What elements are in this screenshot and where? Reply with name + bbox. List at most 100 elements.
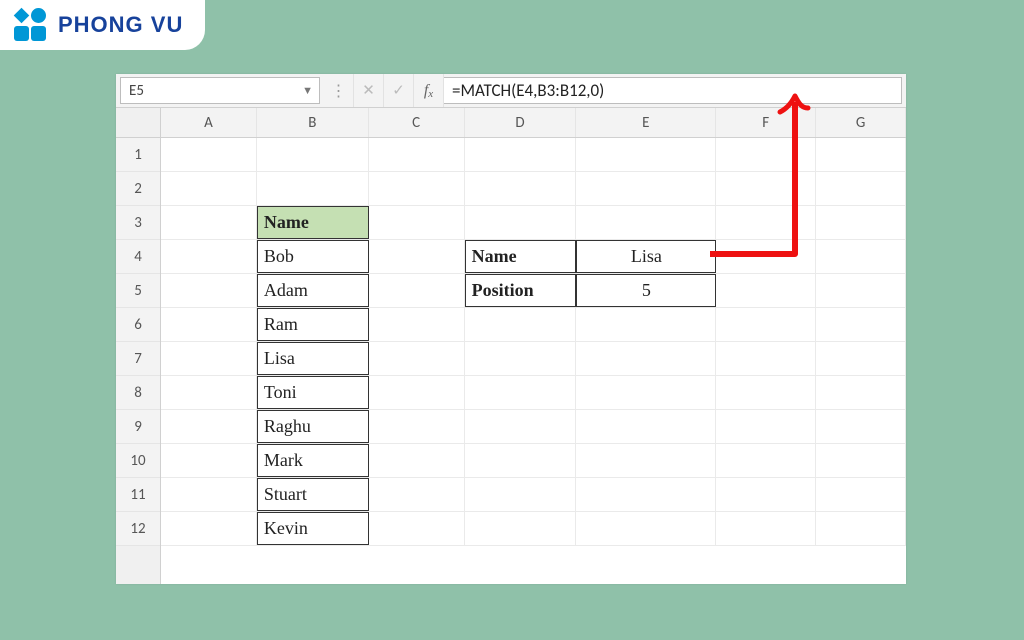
- cell[interactable]: [161, 206, 257, 239]
- cell[interactable]: [161, 274, 257, 307]
- cell[interactable]: [716, 410, 816, 443]
- cell[interactable]: [716, 512, 816, 545]
- lookup-name-value[interactable]: Lisa: [576, 240, 716, 273]
- cell[interactable]: [257, 138, 369, 171]
- cell[interactable]: [716, 274, 816, 307]
- cell[interactable]: [369, 240, 465, 273]
- list-item-cell[interactable]: Lisa: [257, 342, 369, 375]
- cell[interactable]: [369, 342, 465, 375]
- cell[interactable]: [716, 444, 816, 477]
- column-header[interactable]: F: [716, 108, 816, 137]
- cell[interactable]: [576, 308, 716, 341]
- list-header-cell[interactable]: Name: [257, 206, 369, 239]
- cell[interactable]: [576, 376, 716, 409]
- cell[interactable]: [816, 342, 906, 375]
- cell[interactable]: [369, 512, 465, 545]
- cell[interactable]: [465, 138, 577, 171]
- cell[interactable]: [465, 478, 577, 511]
- cell[interactable]: [816, 410, 906, 443]
- cell[interactable]: [369, 478, 465, 511]
- cell[interactable]: [465, 376, 577, 409]
- row-header[interactable]: 4: [116, 240, 160, 274]
- chevron-down-icon[interactable]: ▼: [302, 84, 313, 97]
- vertical-dots-icon[interactable]: ⋮: [324, 74, 354, 107]
- cell[interactable]: [161, 172, 257, 205]
- row-header[interactable]: 10: [116, 444, 160, 478]
- enter-check-icon[interactable]: ✓: [384, 74, 414, 107]
- cell[interactable]: [161, 342, 257, 375]
- cell[interactable]: [716, 206, 816, 239]
- row-header[interactable]: 5: [116, 274, 160, 308]
- cell[interactable]: [716, 376, 816, 409]
- list-item-cell[interactable]: Kevin: [257, 512, 369, 545]
- cell[interactable]: [369, 206, 465, 239]
- select-all-corner[interactable]: [116, 108, 160, 138]
- cell[interactable]: [816, 274, 906, 307]
- cell[interactable]: [161, 240, 257, 273]
- cell[interactable]: [369, 410, 465, 443]
- list-item-cell[interactable]: Mark: [257, 444, 369, 477]
- list-item-cell[interactable]: Ram: [257, 308, 369, 341]
- cell[interactable]: [369, 138, 465, 171]
- cell[interactable]: [161, 376, 257, 409]
- lookup-position-label[interactable]: Position: [465, 274, 577, 307]
- cell[interactable]: [716, 308, 816, 341]
- cell[interactable]: [369, 172, 465, 205]
- cell[interactable]: [369, 376, 465, 409]
- cell[interactable]: [576, 444, 716, 477]
- row-header[interactable]: 8: [116, 376, 160, 410]
- cell[interactable]: [816, 138, 906, 171]
- cell[interactable]: [816, 172, 906, 205]
- cell[interactable]: [576, 342, 716, 375]
- cell[interactable]: [369, 308, 465, 341]
- list-item-cell[interactable]: Adam: [257, 274, 369, 307]
- row-header[interactable]: 6: [116, 308, 160, 342]
- row-header[interactable]: 7: [116, 342, 160, 376]
- cell[interactable]: [161, 308, 257, 341]
- cell[interactable]: [576, 512, 716, 545]
- column-header[interactable]: E: [576, 108, 716, 137]
- cell[interactable]: [576, 172, 716, 205]
- cell[interactable]: [465, 308, 577, 341]
- name-box[interactable]: E5 ▼: [120, 77, 320, 104]
- row-header[interactable]: 11: [116, 478, 160, 512]
- lookup-position-value[interactable]: 5: [576, 274, 716, 307]
- cell[interactable]: [716, 240, 816, 273]
- list-item-cell[interactable]: Bob: [257, 240, 369, 273]
- cell[interactable]: [816, 512, 906, 545]
- cell[interactable]: [816, 444, 906, 477]
- cell[interactable]: [161, 444, 257, 477]
- lookup-name-label[interactable]: Name: [465, 240, 577, 273]
- column-header[interactable]: B: [257, 108, 369, 137]
- row-header[interactable]: 12: [116, 512, 160, 546]
- column-header[interactable]: A: [161, 108, 257, 137]
- cell[interactable]: [816, 308, 906, 341]
- row-header[interactable]: 2: [116, 172, 160, 206]
- row-header[interactable]: 3: [116, 206, 160, 240]
- cell[interactable]: [257, 172, 369, 205]
- cell[interactable]: [465, 342, 577, 375]
- list-item-cell[interactable]: Stuart: [257, 478, 369, 511]
- cell[interactable]: [465, 512, 577, 545]
- column-header[interactable]: C: [369, 108, 465, 137]
- cell[interactable]: [576, 478, 716, 511]
- cell[interactable]: [369, 444, 465, 477]
- cell[interactable]: [161, 512, 257, 545]
- cell[interactable]: [465, 206, 577, 239]
- cell[interactable]: [816, 206, 906, 239]
- fx-icon[interactable]: fx: [414, 74, 444, 107]
- cell[interactable]: [161, 478, 257, 511]
- cell[interactable]: [716, 478, 816, 511]
- cell[interactable]: [716, 342, 816, 375]
- list-item-cell[interactable]: Raghu: [257, 410, 369, 443]
- cell[interactable]: [716, 138, 816, 171]
- cell[interactable]: [716, 172, 816, 205]
- row-header[interactable]: 9: [116, 410, 160, 444]
- cell[interactable]: [816, 240, 906, 273]
- cell[interactable]: [465, 172, 577, 205]
- cell[interactable]: [576, 138, 716, 171]
- column-header[interactable]: D: [465, 108, 577, 137]
- cell[interactable]: [816, 376, 906, 409]
- cell[interactable]: [369, 274, 465, 307]
- cell[interactable]: [576, 410, 716, 443]
